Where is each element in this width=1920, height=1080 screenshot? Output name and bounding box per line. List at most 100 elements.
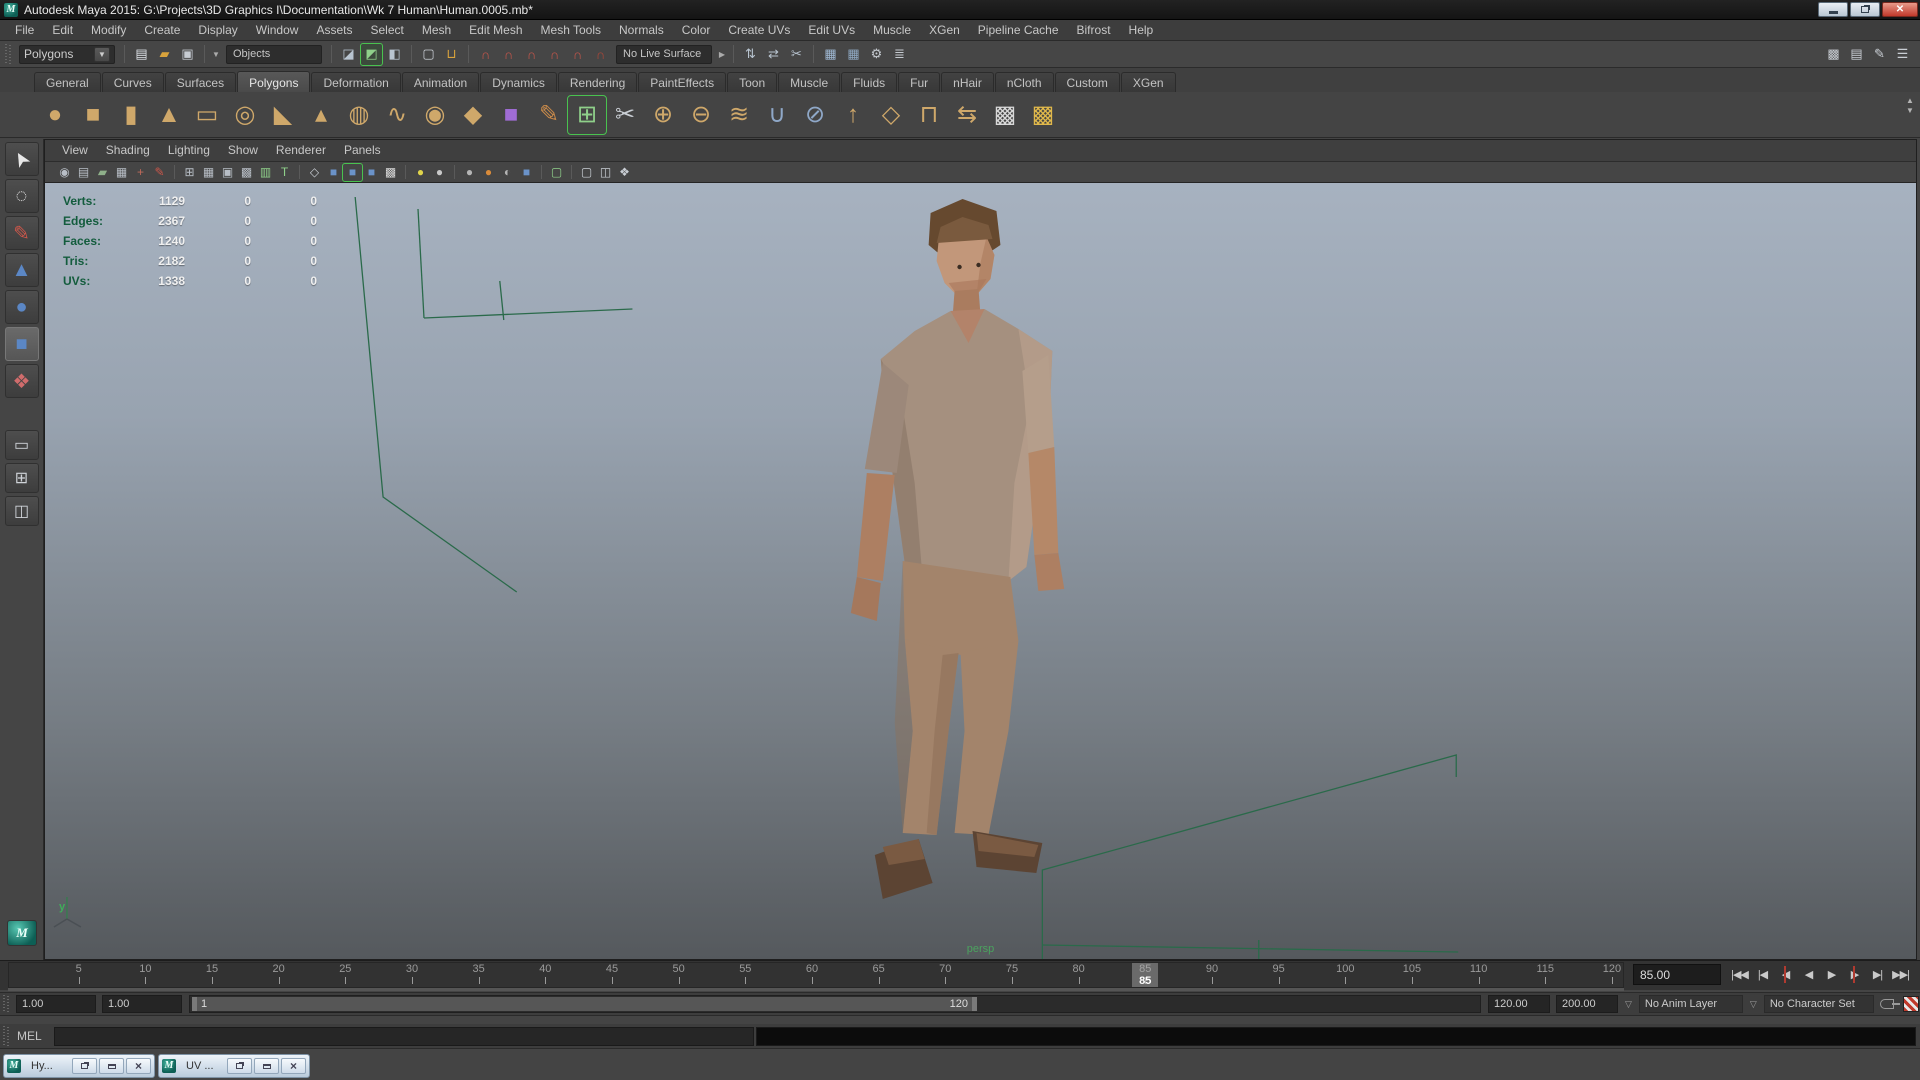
boolean-union-icon[interactable]: ∪ <box>758 96 796 134</box>
snap-view-plane-icon[interactable]: ∩ <box>567 44 588 65</box>
smooth-icon[interactable]: ≋ <box>720 96 758 134</box>
isolate-select-icon[interactable]: ▢ <box>547 164 566 181</box>
open-scene-icon[interactable]: ▰ <box>154 44 175 65</box>
select-components-icon[interactable]: ◧ <box>384 44 405 65</box>
menu-item[interactable]: Create UVs <box>719 20 799 41</box>
menu-item[interactable]: Create <box>135 20 189 41</box>
ambient-occlusion-icon[interactable]: ● <box>479 164 498 181</box>
mel-label[interactable]: MEL <box>17 1029 42 1043</box>
play-forwards-button[interactable]: ▶ <box>1820 962 1843 987</box>
wire-on-shaded-icon[interactable]: ❖ <box>615 164 634 181</box>
uv-checker-icon[interactable]: ▩ <box>986 96 1024 134</box>
snap-point-icon[interactable]: ∩ <box>521 44 542 65</box>
poly-platonic-icon[interactable]: ◆ <box>454 96 492 134</box>
output-connections-icon[interactable]: ⇄ <box>763 44 784 65</box>
shelf-tab[interactable]: Fur <box>898 72 940 92</box>
move-tool[interactable]: ▲ <box>5 253 39 287</box>
select-objects-icon[interactable]: ◩ <box>361 44 382 65</box>
menu-set-dropdown[interactable]: Polygons ▼ <box>19 45 115 64</box>
restore-button[interactable] <box>72 1058 97 1074</box>
status-line-grip[interactable] <box>5 44 12 65</box>
panel-menu-item[interactable]: Lighting <box>159 140 219 161</box>
current-time-field[interactable]: 85.00 <box>1633 964 1721 985</box>
shelf-tab[interactable]: Surfaces <box>165 72 236 92</box>
collapse-arrow-icon[interactable]: ▼ <box>210 50 222 59</box>
menu-item[interactable]: Display <box>189 20 246 41</box>
mirror-geometry-icon[interactable]: ⇆ <box>948 96 986 134</box>
shelf-tab[interactable]: General <box>34 72 101 92</box>
scroll-up-icon[interactable]: ▲ <box>1906 96 1914 105</box>
two-d-pan-zoom-icon[interactable]: + <box>131 164 150 181</box>
shelf-tab[interactable]: Rendering <box>558 72 637 92</box>
last-tool[interactable]: ❖ <box>5 364 39 398</box>
make-live-icon[interactable]: ∩ <box>590 44 611 65</box>
motion-blur-icon[interactable]: ◐ <box>498 164 517 181</box>
shelf-tab[interactable]: Deformation <box>311 72 400 92</box>
range-slider-grip[interactable] <box>3 995 10 1013</box>
save-scene-icon[interactable]: ▣ <box>177 44 198 65</box>
step-forward-frame-button[interactable]: ▶| <box>1866 962 1889 987</box>
selection-mask-field[interactable]: Objects <box>226 45 322 64</box>
ipr-render-icon[interactable]: ▦ <box>843 44 864 65</box>
poly-cylinder-icon[interactable]: ▮ <box>112 96 150 134</box>
shelf-scroll-arrows[interactable]: ▲ ▼ <box>1904 96 1916 116</box>
shaded-textured-icon[interactable]: ■ <box>343 164 362 181</box>
menu-item[interactable]: Color <box>673 20 720 41</box>
field-chart-icon[interactable]: ▥ <box>256 164 275 181</box>
extrude-icon[interactable]: ↑ <box>834 96 872 134</box>
scale-tool[interactable]: ■ <box>5 327 39 361</box>
camera-attributes-icon[interactable]: ▤ <box>74 164 93 181</box>
new-scene-icon[interactable]: ▤ <box>131 44 152 65</box>
poly-pyramid-icon[interactable]: ▴ <box>302 96 340 134</box>
menu-item[interactable]: Assets <box>307 20 361 41</box>
four-pane-layout-button[interactable]: ⊞ <box>5 463 39 493</box>
shelf-tab[interactable]: Curves <box>102 72 164 92</box>
minimize-button[interactable] <box>254 1058 279 1074</box>
default-lighting-icon[interactable]: ● <box>411 164 430 181</box>
render-view-icon[interactable]: ▦ <box>820 44 841 65</box>
boolean-difference-icon[interactable]: ⊘ <box>796 96 834 134</box>
gate-mask-icon[interactable]: ▩ <box>237 164 256 181</box>
separate-icon[interactable]: ⊖ <box>682 96 720 134</box>
camera-select-icon[interactable]: ◉ <box>55 164 74 181</box>
snap-projected-center-icon[interactable]: ∩ <box>544 44 565 65</box>
menu-item[interactable]: Normals <box>610 20 673 41</box>
play-backwards-button[interactable]: ◀ <box>1797 962 1820 987</box>
select-tool[interactable]: ➤ <box>5 142 39 176</box>
current-frame-marker[interactable]: 85 <box>1132 963 1158 987</box>
bookmark-icon[interactable]: ▰ <box>93 164 112 181</box>
poly-cone-icon[interactable]: ▲ <box>150 96 188 134</box>
auto-keyframe-toggle-icon[interactable] <box>1903 996 1919 1012</box>
collapse-arrow-icon[interactable]: ▶ <box>716 50 728 59</box>
animation-start-field[interactable]: 1.00 <box>102 995 182 1013</box>
restore-button[interactable] <box>1850 2 1880 17</box>
minimize-button[interactable] <box>99 1058 124 1074</box>
menu-item[interactable]: XGen <box>920 20 969 41</box>
step-back-key-button[interactable]: ◀ <box>1774 962 1797 987</box>
menu-item[interactable]: Edit UVs <box>799 20 864 41</box>
shelf-tab[interactable]: PaintEffects <box>638 72 726 92</box>
character-set-dropdown[interactable]: No Character Set <box>1764 995 1874 1013</box>
snap-curve-icon[interactable]: ∩ <box>498 44 519 65</box>
lock-selection-icon[interactable]: ⊔ <box>441 44 462 65</box>
shelf-tab[interactable]: Fluids <box>841 72 897 92</box>
command-line-grip[interactable] <box>3 1026 10 1045</box>
live-surface-field[interactable]: No Live Surface <box>616 45 712 64</box>
xray-icon[interactable]: ▢ <box>577 164 596 181</box>
input-connections-icon[interactable]: ⇅ <box>740 44 761 65</box>
minimized-window[interactable]: M UV ... × <box>158 1054 310 1078</box>
shelf-tab[interactable]: Custom <box>1055 72 1120 92</box>
panel-menu-item[interactable]: Renderer <box>267 140 335 161</box>
menu-item[interactable]: Modify <box>82 20 135 41</box>
outliner-persp-layout-button[interactable]: ◫ <box>5 496 39 526</box>
poly-cube-icon[interactable]: ■ <box>74 96 112 134</box>
snap-grid-icon[interactable]: ∩ <box>475 44 496 65</box>
menu-item[interactable]: Bifrost <box>1068 20 1120 41</box>
range-start-handle[interactable] <box>192 997 197 1011</box>
poly-pipe-icon[interactable]: ◍ <box>340 96 378 134</box>
resolution-gate-icon[interactable]: ▣ <box>218 164 237 181</box>
minimized-window[interactable]: M Hy... × <box>3 1054 155 1078</box>
hypershade-icon[interactable]: ≣ <box>889 44 910 65</box>
anim-layer-dropdown[interactable]: No Anim Layer <box>1639 995 1743 1013</box>
poly-helix-icon[interactable]: ∿ <box>378 96 416 134</box>
